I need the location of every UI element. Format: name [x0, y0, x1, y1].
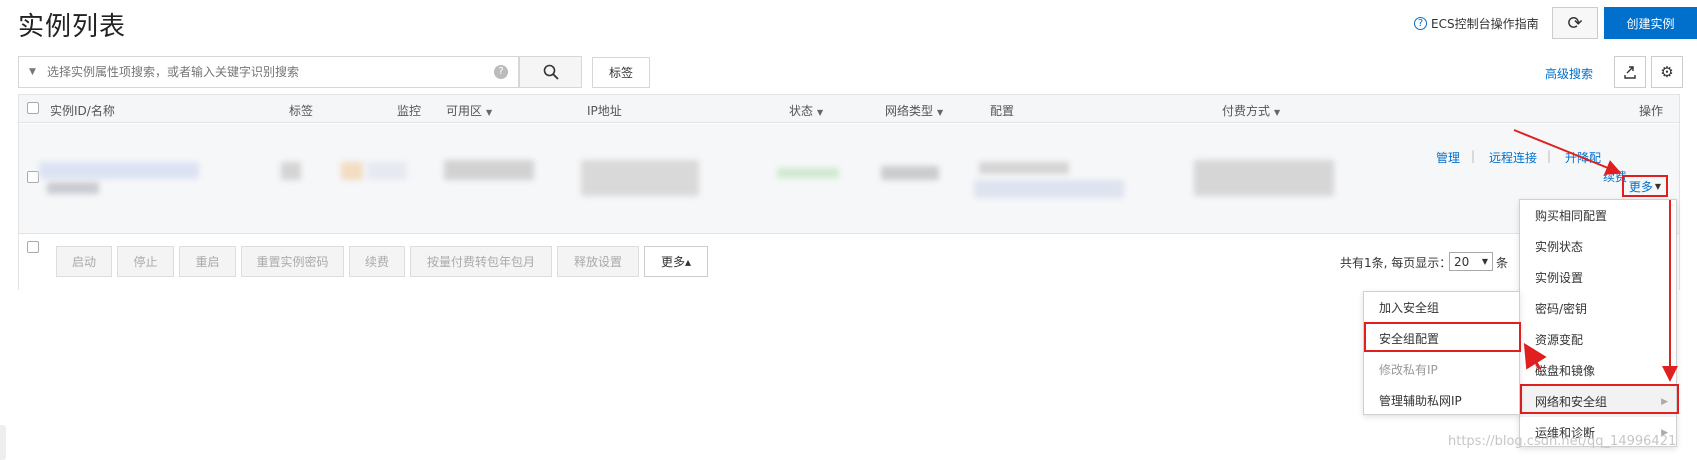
select-all-checkbox[interactable] — [27, 102, 39, 114]
submenu-item-join-sg[interactable]: 加入安全组 — [1364, 292, 1519, 323]
redacted-instance-id — [39, 162, 199, 179]
header-zone-label: 可用区 — [446, 104, 483, 118]
menu-item-label: 实例设置 — [1535, 271, 1584, 285]
release-settings-button[interactable]: 释放设置 — [557, 246, 639, 277]
separator: | — [1547, 149, 1552, 163]
stop-button[interactable]: 停止 — [117, 246, 174, 277]
menu-item-resource-change[interactable]: 资源变配 — [1520, 324, 1676, 355]
redacted-status — [777, 168, 839, 178]
menu-item-label: 实例状态 — [1535, 240, 1584, 254]
submenu-item-label: 加入安全组 — [1379, 301, 1440, 315]
header-ip: IP地址 — [587, 104, 622, 118]
search-dropdown-icon[interactable]: ▼ — [29, 67, 39, 77]
redacted-network — [881, 166, 939, 180]
header-tags: 标签 — [289, 104, 314, 118]
header-monitor: 监控 — [397, 104, 422, 118]
bulk-select-checkbox[interactable] — [27, 241, 39, 253]
header-status[interactable]: 状态 ▼ — [789, 102, 823, 119]
sort-caret-icon: ▼ — [817, 108, 824, 117]
export-button[interactable] — [1614, 56, 1646, 88]
redacted-tag — [281, 162, 301, 180]
submenu-item-label: 修改私有IP — [1379, 363, 1438, 377]
header-network[interactable]: 网络类型 ▼ — [885, 102, 943, 119]
search-box[interactable]: ▼ ? — [18, 56, 519, 88]
page-size-value: 20 — [1454, 254, 1470, 269]
chevron-down-icon: ▼ — [1654, 181, 1662, 191]
gear-icon: ⚙ — [1660, 63, 1674, 81]
header-billing[interactable]: 付费方式 ▼ — [1222, 102, 1280, 119]
upgrade-link[interactable]: 升降配 — [1565, 149, 1601, 166]
convert-billing-button[interactable]: 按量付费转包年包月 — [410, 246, 552, 277]
menu-item-label: 磁盘和镜像 — [1535, 364, 1596, 378]
redacted-ip — [581, 160, 699, 196]
bulk-more-button[interactable]: 更多▴ — [644, 246, 708, 277]
table-header: 实例ID/名称 标签 监控 可用区 ▼ IP地址 状态 ▼ 网络类型 ▼ 配置 付费方… — [19, 95, 1679, 123]
separator: | — [1471, 149, 1476, 163]
start-button[interactable]: 启动 — [56, 246, 112, 277]
redacted-billing — [1194, 160, 1334, 196]
ecs-guide-link[interactable]: ? ECS控制台操作指南 — [1414, 15, 1539, 32]
scroll-handle[interactable] — [0, 425, 6, 460]
header-network-label: 网络类型 — [885, 104, 934, 118]
redacted-instance-name — [47, 182, 99, 194]
menu-item-buy-same[interactable]: 购买相同配置 — [1520, 200, 1676, 231]
guide-link-label: ECS控制台操作指南 — [1431, 17, 1539, 31]
pager-unit: 条 — [1496, 256, 1509, 270]
refresh-icon: ⟳ — [1567, 12, 1583, 34]
menu-item-instance-status[interactable]: 实例状态 — [1520, 231, 1676, 262]
security-submenu: 加入安全组 安全组配置 修改私有IP 管理辅助私网IP — [1363, 291, 1520, 415]
highlight-sg-config — [1364, 322, 1521, 352]
sort-caret-icon: ▼ — [486, 108, 493, 117]
manage-link[interactable]: 管理 — [1436, 149, 1460, 166]
settings-button[interactable]: ⚙ — [1651, 56, 1683, 88]
menu-item-label: 购买相同配置 — [1535, 209, 1608, 223]
page-size-select[interactable]: 20 ▼ — [1449, 252, 1493, 271]
restart-button[interactable]: 重启 — [179, 246, 236, 277]
advanced-search-link[interactable]: 高级搜索 — [1545, 65, 1593, 82]
renew-button[interactable]: 续费 — [349, 246, 405, 277]
redacted-tag — [341, 162, 363, 180]
search-input[interactable] — [47, 65, 494, 79]
sort-caret-icon: ▼ — [937, 108, 944, 117]
header-billing-label: 付费方式 — [1222, 104, 1271, 118]
menu-item-disk-image[interactable]: 磁盘和镜像 — [1520, 355, 1676, 386]
table-row — [19, 124, 1679, 234]
menu-item-password-key[interactable]: 密码/密钥 — [1520, 293, 1676, 324]
create-instance-button[interactable]: 创建实例 — [1604, 7, 1697, 39]
menu-item-instance-settings[interactable]: 实例设置 — [1520, 262, 1676, 293]
watermark: https://blog.csdn.net/qq_14996421 — [1448, 434, 1677, 449]
tag-button[interactable]: 标签 — [592, 57, 650, 88]
help-icon: ? — [1414, 17, 1427, 30]
header-actions: 操作 — [1639, 104, 1664, 118]
page-title: 实例列表 — [18, 12, 127, 42]
submenu-item-modify-private-ip[interactable]: 修改私有IP — [1364, 354, 1519, 385]
highlight-network-security — [1520, 384, 1679, 414]
redacted-config — [974, 180, 1124, 198]
refresh-button[interactable]: ⟳ — [1552, 7, 1598, 39]
question-icon[interactable]: ? — [494, 65, 508, 79]
header-config: 配置 — [990, 104, 1015, 118]
header-zone[interactable]: 可用区 ▼ — [446, 102, 492, 119]
redacted-zone — [444, 160, 534, 180]
reset-password-button[interactable]: 重置实例密码 — [241, 246, 344, 277]
menu-item-label: 密码/密钥 — [1535, 302, 1588, 316]
submenu-item-label: 管理辅助私网IP — [1379, 394, 1462, 408]
export-icon — [1624, 66, 1636, 79]
sort-caret-icon: ▼ — [1274, 108, 1281, 117]
search-button[interactable] — [519, 56, 582, 88]
chevron-down-icon: ▼ — [1481, 257, 1488, 266]
redacted-tag — [367, 162, 407, 180]
header-status-label: 状态 — [789, 104, 814, 118]
remote-connect-link[interactable]: 远程连接 — [1489, 149, 1537, 166]
row-more-button[interactable]: 更多 ▼ — [1622, 175, 1668, 197]
menu-item-label: 资源变配 — [1535, 333, 1584, 347]
row-checkbox[interactable] — [27, 171, 39, 183]
header-id-name: 实例ID/名称 — [50, 104, 115, 118]
pager-summary: 共有1条, 每页显示： — [1340, 256, 1452, 270]
redacted-config — [979, 162, 1069, 174]
search-icon — [543, 64, 559, 80]
row-more-label: 更多 — [1628, 179, 1653, 194]
submenu-item-secondary-ip[interactable]: 管理辅助私网IP — [1364, 385, 1519, 416]
